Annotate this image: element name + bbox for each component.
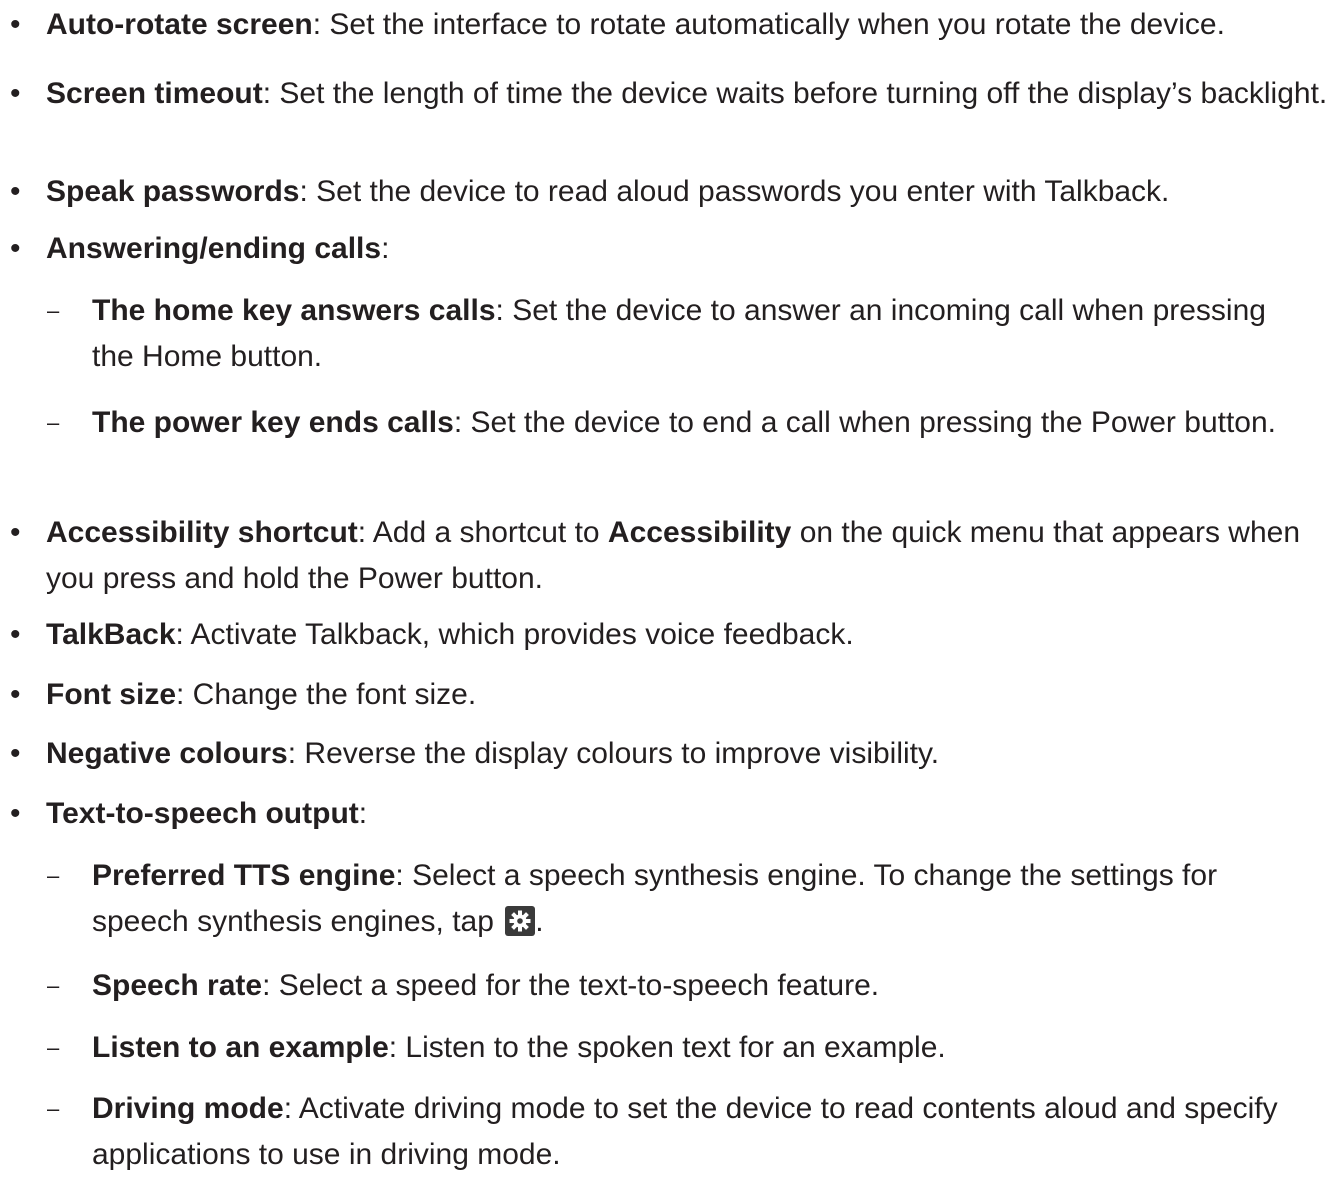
dash: – (47, 1096, 60, 1121)
gear-icon (505, 906, 536, 936)
term: Speech rate (92, 969, 263, 1002)
bullet: • (10, 175, 21, 208)
list-item-negative-colours: • Negative colours: Reverse the display … (10, 731, 1330, 777)
bullet: • (10, 797, 21, 830)
term: Preferred TTS engine (92, 859, 396, 892)
description: : Set the device to read aloud passwords… (299, 175, 1170, 208)
description: : Select a speed for the text-to-speech … (262, 969, 880, 1002)
description: : (381, 232, 390, 265)
bullet: • (10, 516, 21, 549)
list-item-answering-ending-calls: • Answering/ending calls: (10, 226, 1330, 272)
term: The home key answers calls (92, 294, 496, 327)
dash: – (47, 410, 60, 435)
description-end: . (535, 905, 544, 938)
description: : Set the length of time the device wait… (262, 77, 1328, 110)
list-item-text-to-speech: • Text-to-speech output: (10, 791, 1330, 837)
list-item-auto-rotate: • Auto-rotate screen: Set the interface … (10, 2, 1330, 48)
bullet: • (10, 618, 21, 651)
term: Answering/ending calls (46, 232, 382, 265)
term: The power key ends calls (92, 406, 454, 439)
dash: – (47, 298, 60, 323)
bullet: • (10, 232, 21, 265)
dash: – (47, 863, 60, 888)
term: Listen to an example (92, 1031, 389, 1064)
description: : Set the device to end a call when pres… (453, 406, 1277, 439)
dash: – (47, 1035, 60, 1060)
bullet: • (10, 77, 21, 110)
sub-item-power-key: – The power key ends calls: Set the devi… (47, 400, 1292, 446)
sub-item-listen-example: – Listen to an example: Listen to the sp… (47, 1025, 1292, 1071)
dash: – (47, 973, 60, 998)
bullet: • (10, 737, 21, 770)
description: : (358, 797, 368, 830)
list-item-accessibility-shortcut: • Accessibility shortcut: Add a shortcut… (10, 510, 1330, 602)
term: Auto-rotate screen (46, 8, 313, 41)
bullet: • (10, 8, 21, 41)
term: Driving mode (92, 1092, 284, 1125)
list-item-speak-passwords: • Speak passwords: Set the device to rea… (10, 169, 1330, 215)
sub-item-preferred-tts: – Preferred TTS engine: Select a speech … (47, 853, 1292, 945)
description: : Set the interface to rotate automatica… (312, 8, 1225, 41)
term: Accessibility shortcut (46, 516, 358, 549)
sub-item-driving-mode: – Driving mode: Activate driving mode to… (47, 1086, 1292, 1178)
term: Speak passwords (46, 175, 300, 208)
term: Screen timeout (46, 77, 263, 110)
description: : Change the font size. (176, 678, 477, 711)
description: : Activate Talkback, which provides voic… (175, 618, 854, 651)
list-item-talkback: • TalkBack: Activate Talkback, which pro… (10, 612, 1330, 658)
term: Font size (46, 678, 177, 711)
bullet: • (10, 678, 21, 711)
sub-item-home-key: – The home key answers calls: Set the de… (47, 288, 1292, 380)
term: TalkBack (46, 618, 176, 651)
list-item-screen-timeout: • Screen timeout: Set the length of time… (10, 71, 1330, 117)
list-item-font-size: • Font size: Change the font size. (10, 672, 1330, 718)
description: : Reverse the display colours to improve… (287, 737, 940, 770)
term-accessibility: Accessibility (607, 516, 792, 549)
sub-item-speech-rate: – Speech rate: Select a speed for the te… (47, 963, 1292, 1009)
term: Text-to-speech output (46, 797, 359, 830)
term: Negative colours (46, 737, 288, 770)
description: : Add a shortcut to (357, 516, 608, 549)
description: : Listen to the spoken text for an examp… (388, 1031, 946, 1064)
